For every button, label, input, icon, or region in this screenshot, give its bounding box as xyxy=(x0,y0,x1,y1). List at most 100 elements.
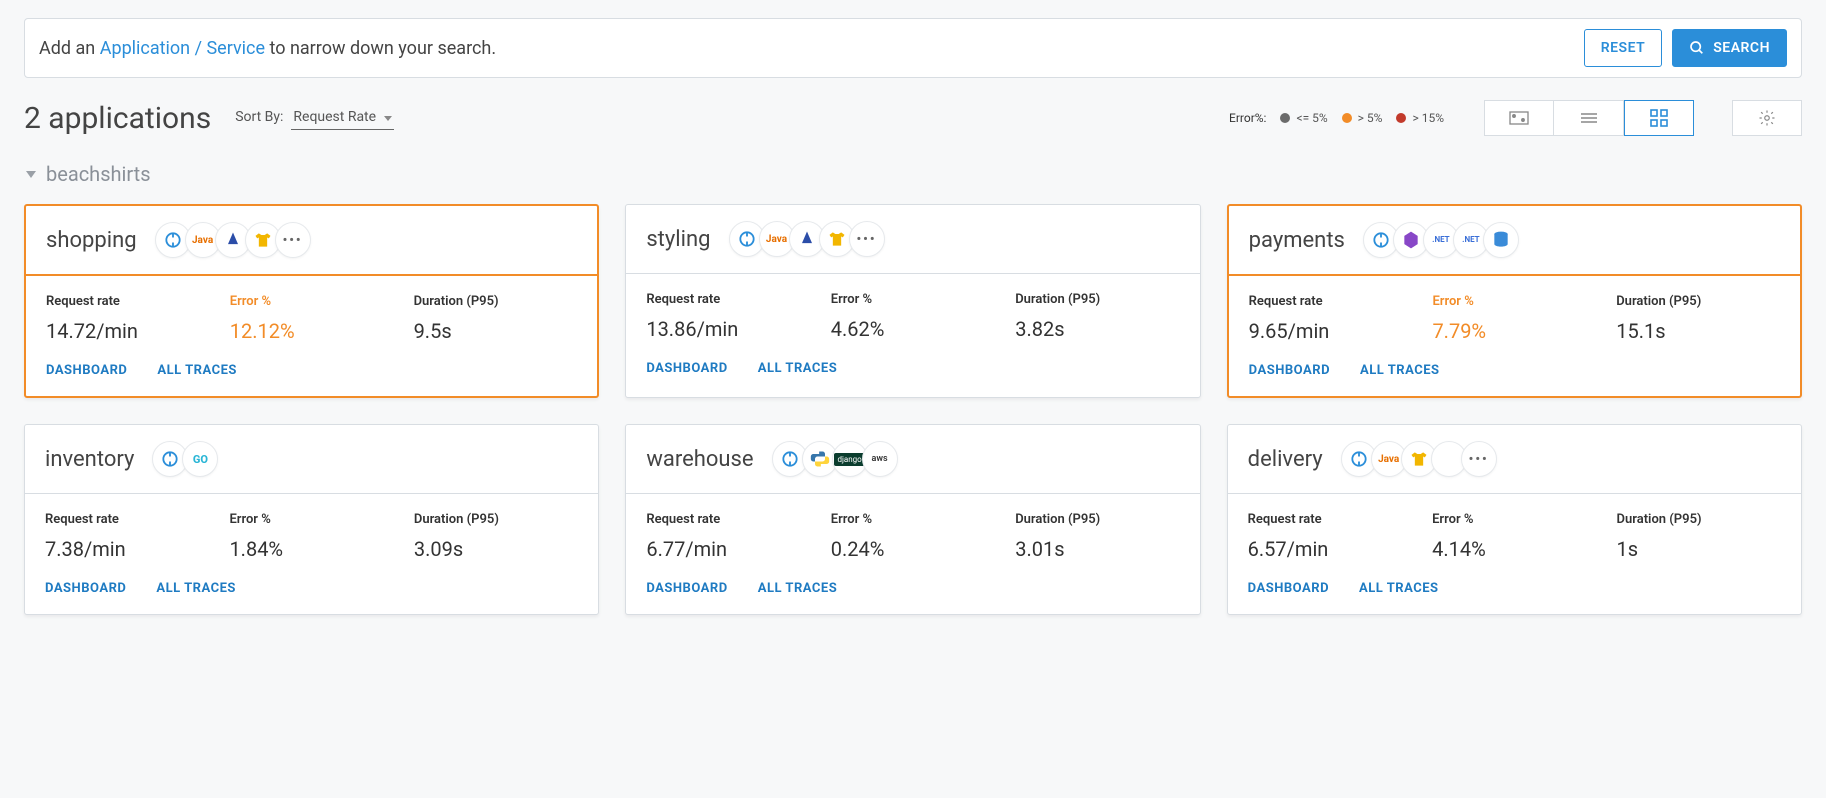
sort-label: Sort By: xyxy=(235,109,283,125)
duration-value: 15.1s xyxy=(1616,319,1780,343)
more-icon[interactable]: ••• xyxy=(275,222,311,258)
error-label: Error % xyxy=(1432,294,1596,309)
dot-gray-icon xyxy=(1280,113,1290,123)
error-label: Error % xyxy=(831,292,995,307)
service-card-payments: payments.NET.NETRequest rate9.65/minErro… xyxy=(1227,204,1802,398)
search-icon xyxy=(1689,40,1705,56)
search-prefix: Add an xyxy=(39,38,100,59)
error-label: Error % xyxy=(230,294,394,309)
dashboard-link[interactable]: DASHBOARD xyxy=(646,581,727,596)
error-label: Error % xyxy=(1432,512,1596,527)
tech-icons: djangoaws xyxy=(772,441,898,477)
search-button[interactable]: SEARCH xyxy=(1672,29,1787,67)
dashboard-link[interactable]: DASHBOARD xyxy=(46,363,127,378)
rate-label: Request rate xyxy=(646,292,810,307)
service-card-shopping: shopping Java••• Request rate 14.72/min Erro… xyxy=(24,204,599,398)
gear-icon xyxy=(1758,109,1776,127)
more-icon[interactable]: ••• xyxy=(1461,441,1497,477)
view-list-button[interactable] xyxy=(1554,100,1624,136)
tech-icons: .NET.NET xyxy=(1363,222,1519,258)
rate-label: Request rate xyxy=(1248,512,1412,527)
search-link[interactable]: Application / Service xyxy=(100,38,265,59)
toolbar: 2 applications Sort By: Request Rate Err… xyxy=(24,100,1802,136)
legend-mid: > 5% xyxy=(1342,111,1383,125)
duration-value: 3.01s xyxy=(1015,537,1179,561)
dashboard-link[interactable]: DASHBOARD xyxy=(646,361,727,376)
search-suffix: to narrow down your search. xyxy=(265,38,496,59)
applications-count: 2 applications xyxy=(24,101,211,136)
group-toggle-beachshirts[interactable]: beachshirts xyxy=(26,162,1802,186)
error-label: Error % xyxy=(831,512,995,527)
rate-value: 6.77/min xyxy=(646,537,810,561)
rate-value: 9.65/min xyxy=(1249,319,1413,343)
duration-label: Duration (P95) xyxy=(1616,294,1780,309)
search-bar: Add an Application / Service to narrow d… xyxy=(24,18,1802,78)
service-card-inventory: inventory GO Request rate 7.38/min Error % 1.… xyxy=(24,424,599,615)
service-name[interactable]: warehouse xyxy=(646,447,753,472)
chevron-down-icon xyxy=(26,171,36,178)
view-toggle xyxy=(1484,100,1694,136)
aws-icon: aws xyxy=(862,441,898,477)
service-name[interactable]: delivery xyxy=(1248,447,1323,472)
duration-value: 3.09s xyxy=(414,537,578,561)
dot-red-icon xyxy=(1396,113,1406,123)
all-traces-link[interactable]: ALL TRACES xyxy=(758,581,838,596)
error-value: 4.62% xyxy=(831,317,995,341)
rate-value: 7.38/min xyxy=(45,537,209,561)
legend-label: Error%: xyxy=(1229,111,1266,125)
error-value: 0.24% xyxy=(831,537,995,561)
all-traces-link[interactable]: ALL TRACES xyxy=(1360,363,1440,378)
view-grid-button[interactable] xyxy=(1624,100,1694,136)
all-traces-link[interactable]: ALL TRACES xyxy=(1359,581,1439,596)
reset-button[interactable]: RESET xyxy=(1584,29,1662,67)
duration-value: 3.82s xyxy=(1015,317,1179,341)
error-label: Error % xyxy=(229,512,393,527)
duration-label: Duration (P95) xyxy=(414,294,578,309)
duration-label: Duration (P95) xyxy=(1617,512,1781,527)
legend-low: <= 5% xyxy=(1280,111,1327,125)
search-button-label: SEARCH xyxy=(1713,40,1770,56)
duration-label: Duration (P95) xyxy=(1015,292,1179,307)
duration-value: 1s xyxy=(1617,537,1781,561)
service-card-delivery: delivery Java••• Request rate 6.57/min Error… xyxy=(1227,424,1802,615)
service-card-warehouse: warehouse djangoaws Request rate 6.77/min Er… xyxy=(625,424,1200,615)
rate-value: 14.72/min xyxy=(46,319,210,343)
rate-value: 6.57/min xyxy=(1248,537,1412,561)
view-topology-button[interactable] xyxy=(1484,100,1554,136)
all-traces-link[interactable]: ALL TRACES xyxy=(157,363,237,378)
rate-value: 13.86/min xyxy=(646,317,810,341)
dashboard-link[interactable]: DASHBOARD xyxy=(1249,363,1330,378)
service-card-styling: styling Java••• Request rate 13.86/min Error… xyxy=(625,204,1200,398)
settings-button[interactable] xyxy=(1732,100,1802,136)
database-icon xyxy=(1483,222,1519,258)
rate-label: Request rate xyxy=(45,512,209,527)
search-hint[interactable]: Add an Application / Service to narrow d… xyxy=(39,38,1574,59)
service-name[interactable]: payments xyxy=(1249,228,1345,253)
all-traces-link[interactable]: ALL TRACES xyxy=(156,581,236,596)
dashboard-link[interactable]: DASHBOARD xyxy=(1248,581,1329,596)
error-legend: Error%: <= 5% > 5% > 15% xyxy=(1229,111,1444,125)
duration-label: Duration (P95) xyxy=(1015,512,1179,527)
rate-label: Request rate xyxy=(46,294,210,309)
tech-icons: Java••• xyxy=(729,221,885,257)
duration-value: 9.5s xyxy=(414,319,578,343)
legend-high: > 15% xyxy=(1396,111,1444,125)
duration-label: Duration (P95) xyxy=(414,512,578,527)
service-name[interactable]: inventory xyxy=(45,447,134,472)
service-name[interactable]: shopping xyxy=(46,228,137,253)
cards-grid: shopping Java••• Request rate 14.72/min Erro… xyxy=(24,204,1802,615)
tech-icons: GO xyxy=(152,441,218,477)
group-name: beachshirts xyxy=(46,162,151,186)
all-traces-link[interactable]: ALL TRACES xyxy=(758,361,838,376)
error-value: 7.79% xyxy=(1432,319,1596,343)
sort-by: Sort By: Request Rate xyxy=(235,107,394,130)
go-icon: GO xyxy=(182,441,218,477)
tech-icons: Java••• xyxy=(1341,441,1497,477)
error-value: 1.84% xyxy=(229,537,393,561)
service-name[interactable]: styling xyxy=(646,227,710,252)
rate-label: Request rate xyxy=(646,512,810,527)
dashboard-link[interactable]: DASHBOARD xyxy=(45,581,126,596)
sort-dropdown[interactable]: Request Rate xyxy=(291,107,394,130)
tech-icons: Java••• xyxy=(155,222,311,258)
more-icon[interactable]: ••• xyxy=(849,221,885,257)
